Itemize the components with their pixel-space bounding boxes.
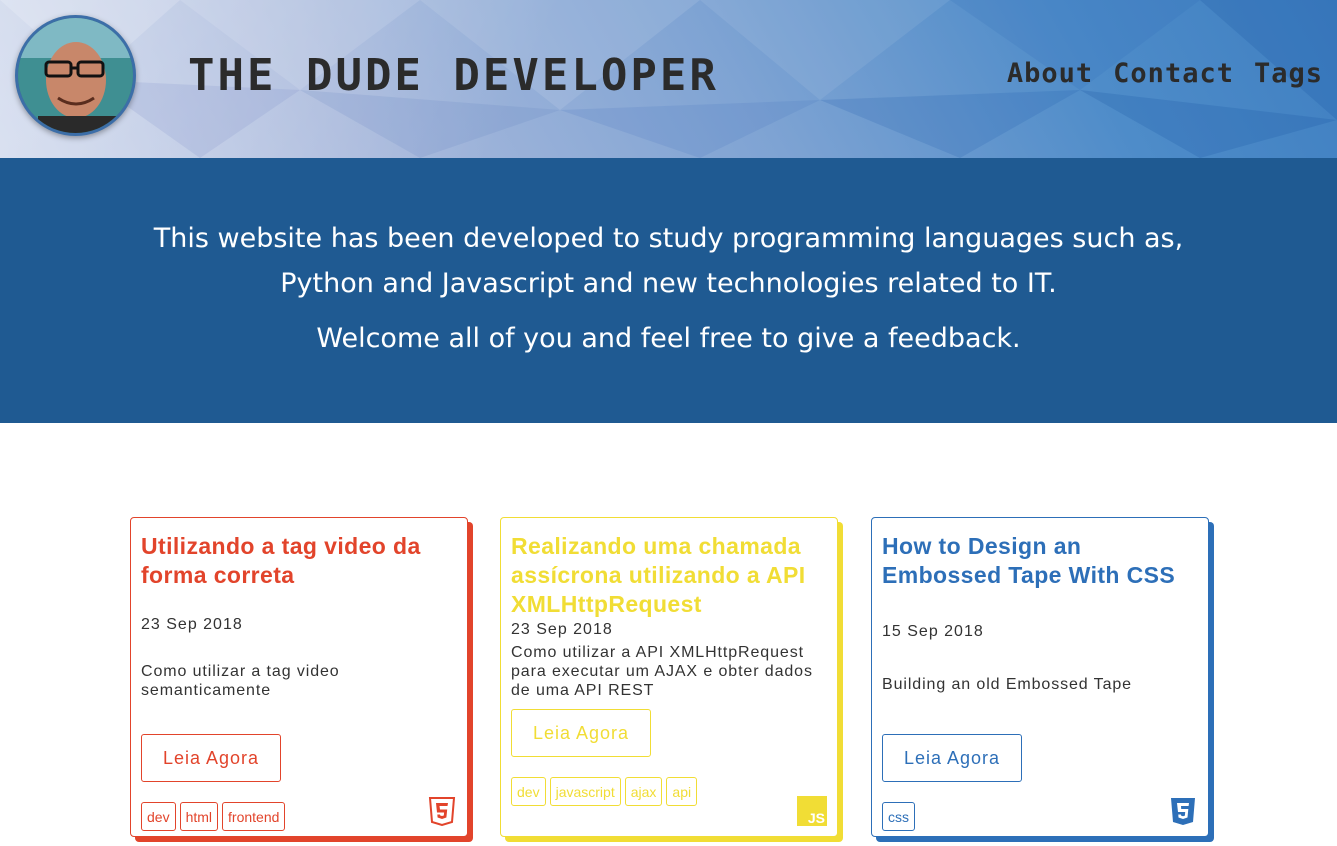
- post-description: Building an old Embossed Tape: [882, 676, 1132, 693]
- post-title[interactable]: How to Design an Embossed Tape With CSS: [882, 532, 1200, 590]
- nav-contact[interactable]: Contact: [1113, 58, 1234, 89]
- css3-icon: [1171, 798, 1195, 825]
- javascript-icon: JS: [797, 796, 827, 826]
- html5-icon: [428, 797, 456, 826]
- nav-about[interactable]: About: [1007, 58, 1093, 89]
- post-date: 23 Sep 2018: [141, 616, 243, 633]
- tag[interactable]: api: [666, 777, 698, 806]
- intro-banner: This website has been developed to study…: [0, 158, 1337, 423]
- site-header: THE DUDE DEVELOPER About Contact Tags: [0, 0, 1337, 158]
- post-description: Como utilizar a tag video semanticamente: [141, 663, 340, 699]
- welcome-text: Welcome all of you and feel free to give…: [316, 323, 1021, 354]
- site-title[interactable]: THE DUDE DEVELOPER: [188, 50, 719, 101]
- main-nav: About Contact Tags: [1007, 58, 1323, 89]
- post-card: Utilizando a tag video da forma correta …: [130, 517, 468, 837]
- tag[interactable]: css: [882, 802, 915, 831]
- tag[interactable]: dev: [511, 777, 546, 806]
- tag-list: css: [882, 802, 915, 831]
- tag[interactable]: frontend: [222, 802, 286, 831]
- post-description: Como utilizar a API XMLHttpRequest para …: [511, 644, 813, 699]
- post-card: How to Design an Embossed Tape With CSS …: [871, 517, 1209, 837]
- post-date: 23 Sep 2018: [511, 621, 613, 638]
- read-now-button[interactable]: Leia Agora: [141, 734, 281, 782]
- tag[interactable]: html: [179, 802, 219, 831]
- avatar[interactable]: [15, 15, 136, 136]
- read-now-button[interactable]: Leia Agora: [511, 709, 651, 757]
- intro-text: This website has been developed to study…: [153, 223, 1184, 299]
- tag[interactable]: dev: [141, 802, 176, 831]
- post-card: Realizando uma chamada assícrona utiliza…: [500, 517, 838, 837]
- tag-list: dev javascript ajax api: [511, 777, 698, 806]
- tag[interactable]: javascript: [549, 777, 621, 806]
- post-title[interactable]: Utilizando a tag video da forma correta: [141, 532, 459, 590]
- nav-tags[interactable]: Tags: [1254, 58, 1323, 89]
- post-title[interactable]: Realizando uma chamada assícrona utiliza…: [511, 532, 829, 619]
- tag[interactable]: ajax: [624, 777, 663, 806]
- post-date: 15 Sep 2018: [882, 623, 984, 640]
- tag-list: dev html frontend: [141, 802, 286, 831]
- read-now-button[interactable]: Leia Agora: [882, 734, 1022, 782]
